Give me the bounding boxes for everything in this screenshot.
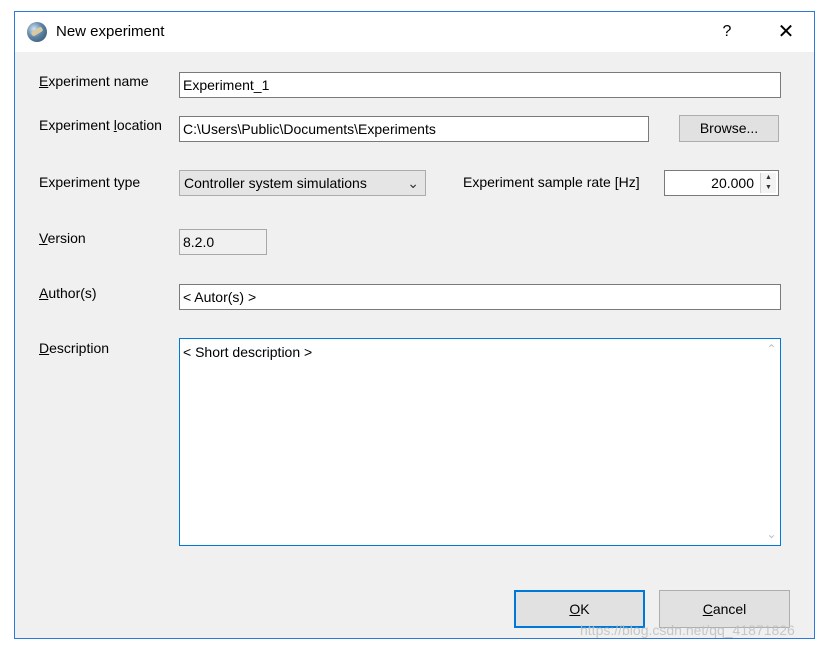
spinner-arrows: ▲ ▼ <box>760 173 776 193</box>
sample-rate-label: Experiment sample rate [Hz] <box>463 174 640 190</box>
authors-input[interactable] <box>179 284 781 310</box>
browse-button[interactable]: Browse... <box>679 115 779 142</box>
experiment-location-input[interactable] <box>179 116 649 142</box>
experiment-type-select[interactable]: Controller system simulations ⌄ <box>179 170 426 196</box>
window-title: New experiment <box>56 23 165 40</box>
sample-rate-value: 20.000 <box>711 175 754 191</box>
help-button[interactable]: ? <box>715 18 739 46</box>
description-scrollbar[interactable]: ⌃ ⌄ <box>763 339 780 545</box>
experiment-type-label: Experiment type <box>39 174 141 190</box>
description-textarea[interactable]: < Short description > ⌃ ⌄ <box>179 338 781 546</box>
new-experiment-dialog: New experiment ? ✕ Experiment name Exper… <box>14 11 815 639</box>
version-value: 8.2.0 <box>179 229 267 255</box>
close-button[interactable]: ✕ <box>771 18 801 46</box>
experiment-name-input[interactable] <box>179 72 781 98</box>
sample-rate-spinner[interactable]: 20.000 ▲ ▼ <box>664 170 779 196</box>
scroll-up-icon[interactable]: ⌃ <box>763 341 780 358</box>
globe-icon <box>27 22 47 42</box>
title-bar: New experiment ? ✕ <box>15 12 814 52</box>
experiment-name-label: Experiment name <box>39 73 149 89</box>
scroll-down-icon[interactable]: ⌄ <box>763 526 780 543</box>
experiment-location-label: Experiment location <box>39 117 162 133</box>
watermark-text: https://blog.csdn.net/qq_41871826 <box>580 622 795 638</box>
spin-down-icon[interactable]: ▼ <box>761 183 776 193</box>
chevron-down-icon: ⌄ <box>407 175 419 191</box>
experiment-type-value: Controller system simulations <box>184 175 367 191</box>
description-label: Description <box>39 340 110 356</box>
authors-label: Author(s) <box>39 285 97 301</box>
description-text: < Short description > <box>183 344 313 360</box>
version-label: Version <box>39 230 86 246</box>
